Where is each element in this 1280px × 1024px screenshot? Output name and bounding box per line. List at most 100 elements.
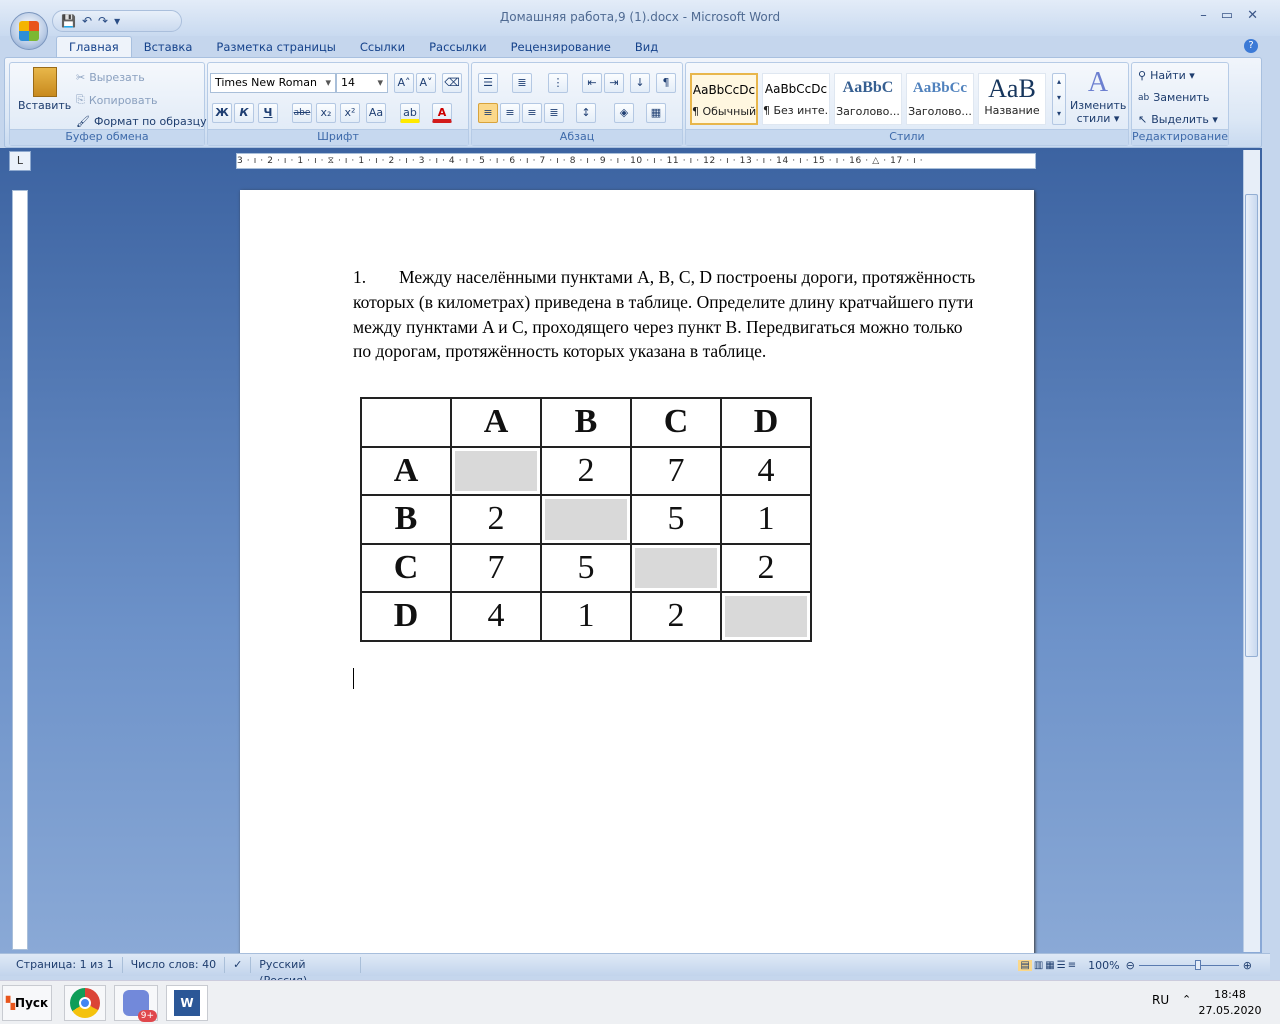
increase-indent-icon[interactable]: ⇥ — [604, 73, 624, 93]
cut-button[interactable]: ✂ Вырезать — [76, 71, 145, 84]
replace-button[interactable]: ab Заменить — [1138, 91, 1209, 104]
style-no-spacing[interactable]: AaBbCcDc ¶ Без инте... — [762, 73, 830, 125]
chrome-taskbar-button[interactable] — [64, 985, 106, 1021]
table-cell: 2 — [720, 542, 812, 593]
table-cell: 2 — [630, 591, 722, 642]
italic-button[interactable]: К — [234, 103, 254, 123]
show-marks-button[interactable]: ¶ — [656, 73, 676, 93]
highlight-icon[interactable]: ab — [400, 103, 420, 123]
table-row: A 274 — [360, 445, 812, 496]
change-styles-button[interactable]: A Изменить стили ▾ — [1070, 69, 1126, 126]
numbering-icon[interactable]: ≣ — [512, 73, 532, 93]
align-center-icon[interactable]: ≡ — [500, 103, 520, 123]
decrease-indent-icon[interactable]: ⇤ — [582, 73, 602, 93]
copy-button[interactable]: ⎘ Копировать — [76, 93, 158, 107]
maximize-button[interactable]: ▭ — [1221, 8, 1233, 23]
font-group: Times New Roman ▾ 14 ▾ A˄ A˅ ⌫ Ж К Ч abe x… — [207, 62, 469, 146]
multilevel-list-icon[interactable]: ⋮ — [548, 73, 568, 93]
tab-page-layout[interactable]: Разметка страницы — [204, 37, 347, 58]
style-normal[interactable]: AaBbCcDc ¶ Обычный — [690, 73, 758, 125]
table-cell: C — [360, 542, 452, 593]
style-heading-1[interactable]: AaBbC Заголово... — [834, 73, 902, 125]
borders-icon[interactable]: ▦ — [646, 103, 666, 123]
redo-icon[interactable]: ↷ — [98, 14, 108, 28]
question-text[interactable]: 1. Между населёнными пунктами A, B, C, D … — [353, 265, 983, 364]
customize-qat-icon[interactable]: ▾ — [114, 14, 120, 28]
start-button[interactable]: ▚ Пуск — [2, 985, 52, 1021]
line-spacing-icon[interactable]: ↕ — [576, 103, 596, 123]
tab-view[interactable]: Вид — [623, 37, 670, 58]
format-painter-button[interactable]: 🖌 Формат по образцу — [76, 115, 207, 128]
font-name-select[interactable]: Times New Roman ▾ — [210, 73, 336, 93]
tab-home[interactable]: Главная — [56, 36, 132, 58]
tray-expand-icon[interactable]: ⌃ — [1182, 993, 1191, 1006]
table-row: C75 2 — [360, 542, 812, 593]
find-button[interactable]: ⚲ Найти ▾ — [1138, 69, 1195, 82]
table-cell: 4 — [720, 445, 812, 496]
paste-button[interactable]: Вставить — [18, 67, 71, 112]
language-indicator[interactable]: RU — [1152, 993, 1169, 1007]
align-right-icon[interactable]: ≡ — [522, 103, 542, 123]
tab-selector[interactable]: L — [9, 151, 31, 171]
office-button[interactable] — [10, 12, 48, 50]
chrome-icon — [70, 988, 100, 1018]
style-heading-2[interactable]: AaBbCc Заголово... — [906, 73, 974, 125]
sort-icon[interactable]: ↓ — [630, 73, 650, 93]
horizontal-ruler[interactable]: 3 · ı · 2 · ı · 1 · ı · ⧖ · ı · 1 · ı · … — [236, 153, 1036, 169]
style-title[interactable]: AaB Название — [978, 73, 1046, 125]
language[interactable]: Русский (Россия) — [251, 957, 362, 987]
outline-icon[interactable]: ☰ — [1057, 960, 1066, 971]
save-icon[interactable]: 💾 — [61, 14, 76, 28]
paragraph-group: ☰ ≣ ⋮ ⇤ ⇥ ↓ ¶ ≡ ≡ ≡ ≣ ↕ ◈ ▦ Абзац — [471, 62, 683, 146]
shading-icon[interactable]: ◈ — [614, 103, 634, 123]
close-button[interactable]: ✕ — [1247, 8, 1258, 23]
scrollbar-thumb[interactable] — [1245, 194, 1258, 657]
proofing-icon[interactable]: ✓ — [225, 957, 252, 973]
tab-references[interactable]: Ссылки — [348, 37, 417, 58]
reading-view-icon[interactable]: ▥ — [1034, 960, 1043, 971]
zoom-in-icon[interactable]: ⊕ — [1243, 959, 1270, 972]
styles-scroll[interactable]: ▴ ▾ ▾ — [1052, 73, 1066, 125]
underline-button[interactable]: Ч — [258, 103, 278, 123]
zoom-out-icon[interactable]: ⊖ — [1126, 959, 1135, 972]
table-cell: 5 — [630, 494, 722, 545]
scissors-icon: ✂ — [76, 71, 86, 84]
help-icon[interactable]: ? — [1244, 39, 1258, 53]
word-taskbar-button[interactable]: W — [166, 985, 208, 1021]
align-left-icon[interactable]: ≡ — [478, 103, 498, 123]
print-layout-icon[interactable]: ▤ — [1018, 959, 1032, 971]
vertical-ruler[interactable] — [12, 190, 28, 950]
word-count[interactable]: Число слов: 40 — [123, 957, 226, 973]
font-size-select[interactable]: 14 ▾ — [336, 73, 388, 93]
superscript-button[interactable]: x² — [340, 103, 360, 123]
table-cell: 7 — [450, 542, 542, 593]
zoom-level[interactable]: 100% — [1082, 959, 1125, 972]
zoom-slider[interactable] — [1138, 959, 1239, 970]
undo-icon[interactable]: ↶ — [82, 14, 92, 28]
tab-insert[interactable]: Вставка — [132, 37, 205, 58]
text-cursor — [353, 668, 354, 689]
grow-font-button[interactable]: A˄ — [394, 73, 414, 93]
justify-icon[interactable]: ≣ — [544, 103, 564, 123]
clock[interactable]: 18:48 27.05.2020 — [1198, 987, 1262, 1019]
clipboard-icon — [32, 67, 57, 97]
minimize-button[interactable]: – — [1200, 8, 1207, 23]
draft-icon[interactable]: ≡ — [1068, 960, 1076, 971]
shrink-font-button[interactable]: A˅ — [416, 73, 436, 93]
tab-review[interactable]: Рецензирование — [499, 37, 623, 58]
bold-button[interactable]: Ж — [212, 103, 232, 123]
page-count[interactable]: Страница: 1 из 1 — [0, 957, 123, 973]
bullets-icon[interactable]: ☰ — [478, 73, 498, 93]
web-layout-icon[interactable]: ▦ — [1045, 960, 1054, 971]
font-color-icon[interactable]: A — [432, 103, 452, 123]
table-cell: B — [360, 494, 452, 545]
change-case-button[interactable]: Aa — [366, 103, 386, 123]
discord-taskbar-button[interactable]: 9+ — [114, 985, 158, 1022]
subscript-button[interactable]: x₂ — [316, 103, 336, 123]
select-button[interactable]: ↖ Выделить ▾ — [1138, 113, 1218, 126]
clear-format-button[interactable]: ⌫ — [442, 73, 462, 93]
tab-mailings[interactable]: Рассылки — [417, 37, 498, 58]
styles-group: AaBbCcDc ¶ Обычный AaBbCcDc ¶ Без инте... … — [685, 62, 1129, 146]
table-cell — [720, 591, 812, 642]
strikethrough-button[interactable]: abe — [292, 103, 312, 123]
